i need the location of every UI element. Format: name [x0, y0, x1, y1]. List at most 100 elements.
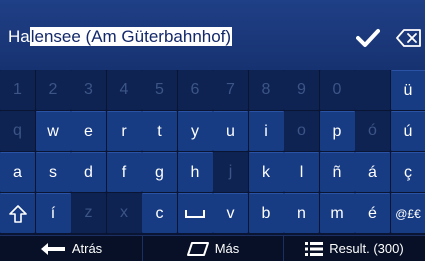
key[interactable]: l	[284, 152, 319, 192]
key-label: o	[297, 122, 306, 140]
key-label: q	[13, 122, 22, 140]
key[interactable]: y	[178, 111, 213, 151]
key[interactable]: b	[249, 193, 284, 233]
autocomplete-suggestion: lensee (Am Güterbahnhof)	[30, 27, 232, 46]
key: 1	[0, 70, 35, 110]
key[interactable]: t	[142, 111, 177, 151]
more-button[interactable]: Más	[142, 236, 283, 261]
key[interactable]: c	[142, 193, 177, 233]
confirm-button[interactable]	[350, 20, 386, 56]
key[interactable]: w	[36, 111, 71, 151]
back-button[interactable]: Atrás	[0, 236, 142, 261]
key-label: r	[121, 123, 126, 141]
key-label: n	[297, 205, 306, 223]
key[interactable]: f	[107, 152, 142, 192]
key-label: é	[368, 205, 377, 223]
key[interactable]: k	[249, 152, 284, 192]
key[interactable]: é	[355, 193, 390, 233]
key-label: 7	[226, 81, 235, 99]
key[interactable]: ç	[391, 152, 425, 192]
key[interactable]: d	[71, 152, 106, 192]
key-label: ú	[404, 123, 413, 141]
key[interactable]: r	[107, 111, 142, 151]
key: 9	[284, 70, 319, 110]
key-label: í	[51, 205, 55, 223]
key-label: w	[47, 123, 59, 141]
key-label: u	[226, 123, 235, 141]
key[interactable]: a	[0, 152, 35, 192]
key-label: 0	[333, 81, 342, 99]
key-label: p	[333, 123, 342, 141]
key-label: e	[84, 123, 93, 141]
key-label: t	[157, 123, 161, 141]
key-label: i	[264, 123, 268, 141]
key-label: ñ	[333, 164, 342, 182]
key[interactable]: e	[71, 111, 106, 151]
key: 5	[142, 70, 177, 110]
key-label: c	[156, 205, 164, 223]
key: q	[0, 111, 35, 151]
key[interactable]: v	[213, 193, 248, 233]
check-icon	[356, 28, 380, 48]
key: ó	[355, 111, 390, 151]
key[interactable]: ñ	[320, 152, 355, 192]
key[interactable]: n	[284, 193, 319, 233]
space-key[interactable]	[178, 193, 213, 233]
key-label: l	[300, 164, 304, 182]
key: 0	[320, 70, 355, 110]
key[interactable]: s	[36, 152, 71, 192]
key[interactable]: í	[36, 193, 71, 233]
key-label: v	[227, 205, 235, 223]
key[interactable]: ú	[391, 111, 425, 151]
key-label: z	[85, 204, 93, 222]
key-label: f	[122, 164, 126, 182]
space-icon	[185, 209, 205, 219]
key-label: k	[262, 164, 270, 182]
key: x	[107, 193, 142, 233]
keyboard-toggle-icon	[187, 242, 209, 256]
key[interactable]: i	[249, 111, 284, 151]
key-label: @£€	[395, 207, 421, 221]
key-label: 6	[191, 81, 200, 99]
list-icon	[305, 242, 323, 256]
backspace-icon	[396, 29, 422, 47]
back-label: Atrás	[72, 241, 102, 256]
key[interactable]: p	[320, 111, 355, 151]
key: 7	[213, 70, 248, 110]
search-input[interactable]: Halensee (Am Güterbahnhof)	[8, 25, 232, 49]
key-label: m	[330, 205, 343, 223]
key-label: b	[262, 205, 271, 223]
backspace-button[interactable]	[392, 20, 425, 56]
key[interactable]: g	[142, 152, 177, 192]
key-label: a	[13, 164, 22, 182]
results-button[interactable]: Result. (300)	[283, 236, 425, 261]
typed-text: Ha	[8, 27, 30, 46]
shift-key[interactable]	[0, 193, 35, 233]
key-label: h	[191, 164, 200, 182]
results-label: Result. (300)	[329, 241, 403, 256]
key-label: á	[368, 164, 377, 182]
search-header: Halensee (Am Güterbahnhof)	[0, 0, 425, 71]
more-label: Más	[215, 241, 240, 256]
key-label: j	[229, 163, 233, 181]
key[interactable]: h	[178, 152, 213, 192]
key-label: 8	[262, 81, 271, 99]
key: 3	[71, 70, 106, 110]
key-label: 5	[155, 81, 164, 99]
key[interactable]: ü	[391, 70, 425, 110]
key: 2	[36, 70, 71, 110]
key-label: 3	[84, 81, 93, 99]
key[interactable]: u	[213, 111, 248, 151]
key: o	[284, 111, 319, 151]
key-label: d	[84, 164, 93, 182]
key-label: 2	[49, 81, 58, 99]
shift-arrow-icon	[9, 205, 27, 223]
key-label: ó	[368, 122, 377, 140]
key-label: g	[155, 164, 164, 182]
key-label: y	[191, 123, 199, 141]
key[interactable]: m	[320, 193, 355, 233]
key[interactable]: @£€	[391, 193, 425, 233]
key	[355, 70, 390, 110]
key[interactable]: á	[355, 152, 390, 192]
key-label: s	[49, 164, 57, 182]
